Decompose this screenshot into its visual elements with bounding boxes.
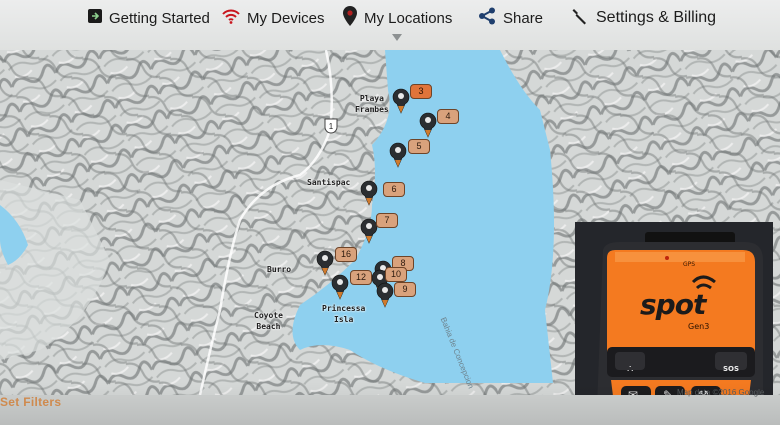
place-label-playa-frambes: Playa Frambes	[355, 94, 389, 114]
location-pin-icon[interactable]	[419, 110, 437, 138]
message-icon: ✉	[628, 388, 639, 395]
location-pin-icon[interactable]	[331, 272, 349, 300]
marker-number-tag[interactable]: 5	[408, 139, 430, 154]
nav-label: My Locations	[364, 9, 453, 27]
top-nav-bar: Getting Started My Devices My Locations …	[0, 0, 780, 50]
device-gps-label: GPS	[683, 261, 696, 268]
highway-shield-icon: 1	[323, 118, 339, 134]
nav-label: Getting Started	[109, 9, 210, 27]
marker-number-tag[interactable]: 4	[437, 109, 459, 124]
nav-label: My Devices	[247, 9, 325, 27]
map-pin-icon	[343, 6, 357, 30]
share-icon	[478, 7, 496, 29]
wrench-icon	[571, 7, 589, 30]
marker-number-tag[interactable]: 9	[394, 282, 416, 297]
marker-number-tag[interactable]: 7	[376, 213, 398, 228]
nav-settings-billing[interactable]: Settings & Billing	[571, 4, 716, 32]
marker-number-tag[interactable]: 3	[410, 84, 432, 99]
place-label-coyote-beach: Coyote Beach	[254, 311, 283, 331]
device-sos-label: SOS	[723, 365, 740, 373]
marker-number-tag[interactable]: 6	[383, 182, 405, 197]
nav-share[interactable]: Share	[478, 4, 543, 32]
active-tab-caret	[392, 34, 402, 41]
getting-started-icon	[88, 9, 102, 27]
map-view[interactable]: 1 Playa Frambes Santispac Burro Coyote B…	[0, 50, 780, 395]
map-attribution: Map data ©2016 Google	[677, 388, 765, 397]
marker-number-tag[interactable]: 16	[335, 247, 357, 262]
marker-number-tag[interactable]: 12	[350, 270, 372, 285]
location-pin-icon[interactable]	[360, 178, 378, 206]
power-led-icon	[665, 256, 669, 260]
set-filters-link[interactable]: Set Filters	[0, 395, 61, 409]
nav-label: Settings & Billing	[596, 9, 717, 26]
place-label-santispac: Santispac	[307, 178, 351, 187]
nav-getting-started[interactable]: Getting Started	[88, 4, 210, 32]
wifi-signal-icon	[222, 8, 240, 28]
location-pin-icon[interactable]	[392, 86, 410, 114]
nav-my-devices[interactable]: My Devices	[222, 4, 325, 32]
device-model-label: Gen3	[688, 322, 710, 331]
nav-label: Share	[503, 9, 544, 27]
device-brand-logo: spot	[640, 288, 706, 321]
location-pin-icon[interactable]	[389, 140, 407, 168]
footsteps-icon: ∴	[627, 364, 634, 375]
place-label-princessa-isla: Princessa Isla	[322, 304, 366, 324]
location-pin-icon[interactable]	[376, 280, 394, 308]
nav-my-locations[interactable]: My Locations	[343, 4, 452, 32]
place-label-burro: Burro	[267, 265, 292, 274]
pen-icon: ✎	[663, 388, 674, 395]
svg-text:1: 1	[329, 122, 334, 131]
device-photo: spot Gen3 GPS SOS ∴ ✉ ✎ ⚒	[575, 222, 773, 395]
